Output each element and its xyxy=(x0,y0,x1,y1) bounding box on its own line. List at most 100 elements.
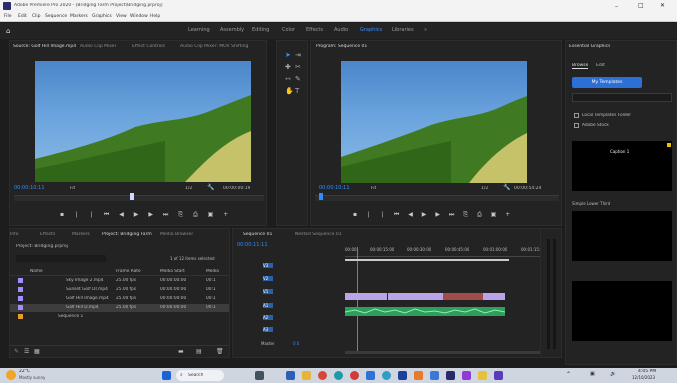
lift-icon[interactable]: ⎘ xyxy=(463,211,468,218)
selection-tool-icon[interactable]: ➤ xyxy=(285,51,291,59)
source-frac[interactable]: 1/2 xyxy=(185,186,192,191)
program-fit[interactable]: Fit xyxy=(371,186,376,191)
tab-program[interactable]: Program: Sequence 01 xyxy=(316,44,367,49)
pencil-icon[interactable]: ✎ xyxy=(14,348,19,355)
program-wrench-icon[interactable]: 🔧 xyxy=(503,184,510,191)
extract-icon[interactable]: ⎙ xyxy=(477,211,482,218)
pg-step-back-icon[interactable]: ⏮ xyxy=(394,211,399,218)
track-label-a1[interactable]: A1 xyxy=(263,303,273,308)
ws-more[interactable]: » xyxy=(424,27,427,33)
tray-chevron-icon[interactable]: ⌃ xyxy=(566,371,571,378)
table-row[interactable]: Sunset Golf Dr.mp4 25.00 fps 00:00:00:00… xyxy=(10,286,229,294)
app-red-icon[interactable] xyxy=(350,371,359,380)
pg-go-out-icon[interactable]: ⏭ xyxy=(449,211,454,218)
program-playhead[interactable] xyxy=(319,193,323,200)
video-clip[interactable] xyxy=(483,293,505,300)
source-timecode[interactable]: 00:00:10:11 xyxy=(14,185,45,191)
ws-learning[interactable]: Learning xyxy=(188,27,210,33)
col-name[interactable]: Name xyxy=(30,269,43,274)
start-icon[interactable] xyxy=(162,371,171,380)
step-back-icon[interactable]: ⏮ xyxy=(104,211,109,218)
files-icon[interactable] xyxy=(286,371,295,380)
template-thumb-2[interactable] xyxy=(572,211,672,261)
insert-icon[interactable]: ⎘ xyxy=(178,211,183,218)
back-frame-icon[interactable]: ◀ xyxy=(119,211,124,218)
tab-effect-controls[interactable]: Effect Controls xyxy=(132,44,165,49)
minimize-icon[interactable]: – xyxy=(615,3,618,10)
wrench-icon[interactable]: 🔧 xyxy=(207,184,214,191)
project-search-input[interactable] xyxy=(16,255,106,262)
tab-markers[interactable]: Markers xyxy=(72,232,90,237)
menu-edit[interactable]: Edit xyxy=(18,14,27,19)
task-view-icon[interactable] xyxy=(255,371,264,380)
tab-project[interactable]: Project: Bridging Farm xyxy=(102,232,152,237)
table-row[interactable]: Golf Hill Image.mp4 25.00 fps 00:00:00:0… xyxy=(10,295,229,303)
slip-tool-icon[interactable]: ⇿ xyxy=(285,75,291,83)
ws-color[interactable]: Color xyxy=(282,27,295,33)
eg-browse-tab[interactable]: Browse xyxy=(572,63,589,69)
table-row[interactable]: Sky Image 2.mp4 25.00 fps 00:00:00:00 00… xyxy=(10,277,229,285)
menu-sequence[interactable]: Sequence xyxy=(45,14,67,19)
program-scrubber[interactable] xyxy=(315,195,559,201)
mark-out-icon[interactable]: ❘ xyxy=(74,211,79,218)
tab-sequence-01[interactable]: Sequence 01 xyxy=(243,232,272,237)
timeline-timecode[interactable]: 00:00:11:11 xyxy=(237,242,268,248)
eg-edit-tab[interactable]: Edit xyxy=(596,63,605,68)
pg-go-in-icon[interactable]: ❘ xyxy=(380,211,385,218)
timeline-scrollbar[interactable] xyxy=(345,351,555,354)
menu-view[interactable]: View xyxy=(116,14,127,19)
local-templates-checkbox[interactable] xyxy=(574,113,579,118)
app-yellow-icon[interactable] xyxy=(478,371,487,380)
go-out-icon[interactable]: ⏭ xyxy=(163,211,168,218)
app-violet-icon[interactable] xyxy=(494,371,503,380)
razor-tool-icon[interactable]: ✂ xyxy=(295,63,301,71)
table-row-selected[interactable]: Golf Hill D.mp4 25.00 fps 00:00:00:00 00… xyxy=(10,304,229,312)
taskbar-search[interactable]: ⌕ Search xyxy=(176,370,224,381)
tray-volume-icon[interactable]: 🔊 xyxy=(610,371,616,377)
edge-icon[interactable] xyxy=(334,371,343,380)
tab-audio-clip-mixer[interactable]: Audio Clip Mixer xyxy=(80,44,116,49)
col-media-start[interactable]: Media Start xyxy=(160,269,185,274)
menu-window[interactable]: Window xyxy=(130,14,148,19)
ws-assembly[interactable]: Assembly xyxy=(220,27,244,33)
tab-effects[interactable]: Effects xyxy=(40,232,55,237)
menu-graphics[interactable]: Graphics xyxy=(92,14,112,19)
add-button-icon[interactable]: + xyxy=(223,211,228,218)
track-label-v1[interactable]: V1 xyxy=(263,289,273,294)
program-timecode[interactable]: 00:00:10:11 xyxy=(319,185,350,191)
track-select-icon[interactable]: ⇥ xyxy=(295,51,301,59)
tab-audio-mixer[interactable]: Audio Clip Mixer: MOV Shifting xyxy=(180,44,265,49)
play-icon[interactable]: ▶ xyxy=(134,211,139,218)
close-icon[interactable]: ✕ xyxy=(660,2,665,9)
menu-help[interactable]: Help xyxy=(150,14,160,19)
premiere-task-icon[interactable] xyxy=(446,371,455,380)
icon-view-icon[interactable]: ▦ xyxy=(34,348,40,355)
store-icon[interactable] xyxy=(430,371,439,380)
explorer-icon[interactable] xyxy=(302,371,311,380)
timeline-ruler[interactable]: 00:00 00:00:15:00 00:00:30:00 00:00:45:0… xyxy=(345,247,555,257)
go-in-icon[interactable]: ❘ xyxy=(89,211,94,218)
app-orange-icon[interactable] xyxy=(414,371,423,380)
pen-tool-icon[interactable]: ✎ xyxy=(295,75,301,83)
menu-markers[interactable]: Markers xyxy=(70,14,88,19)
template-thumb-3[interactable] xyxy=(572,281,672,341)
app-purple-icon[interactable] xyxy=(462,371,471,380)
pg-export-frame-icon[interactable]: ▣ xyxy=(491,211,497,218)
trash-icon[interactable]: 🗑 xyxy=(216,348,224,355)
pg-play-icon[interactable]: ▶ xyxy=(422,211,427,218)
col-frame-rate[interactable]: Frame Rate xyxy=(116,269,141,274)
list-view-icon[interactable]: ☰ xyxy=(24,348,29,355)
app-teal-icon[interactable] xyxy=(382,371,391,380)
track-label-a3[interactable]: A3 xyxy=(263,327,273,332)
my-templates-button[interactable]: My Templates xyxy=(572,77,642,88)
new-item-icon[interactable]: ▤ xyxy=(196,348,202,355)
adobe-stock-checkbox[interactable] xyxy=(574,123,579,128)
tab-info[interactable]: Info xyxy=(10,232,19,237)
ws-effects[interactable]: Effects xyxy=(306,27,323,33)
fwd-frame-icon[interactable]: ▶ xyxy=(148,211,153,218)
video-clip[interactable] xyxy=(345,293,387,300)
export-frame-icon[interactable]: ▣ xyxy=(208,211,214,218)
program-frac[interactable]: 1/2 xyxy=(481,186,488,191)
track-label-v3[interactable]: V3 xyxy=(263,263,273,268)
ws-libraries[interactable]: Libraries xyxy=(392,27,414,33)
